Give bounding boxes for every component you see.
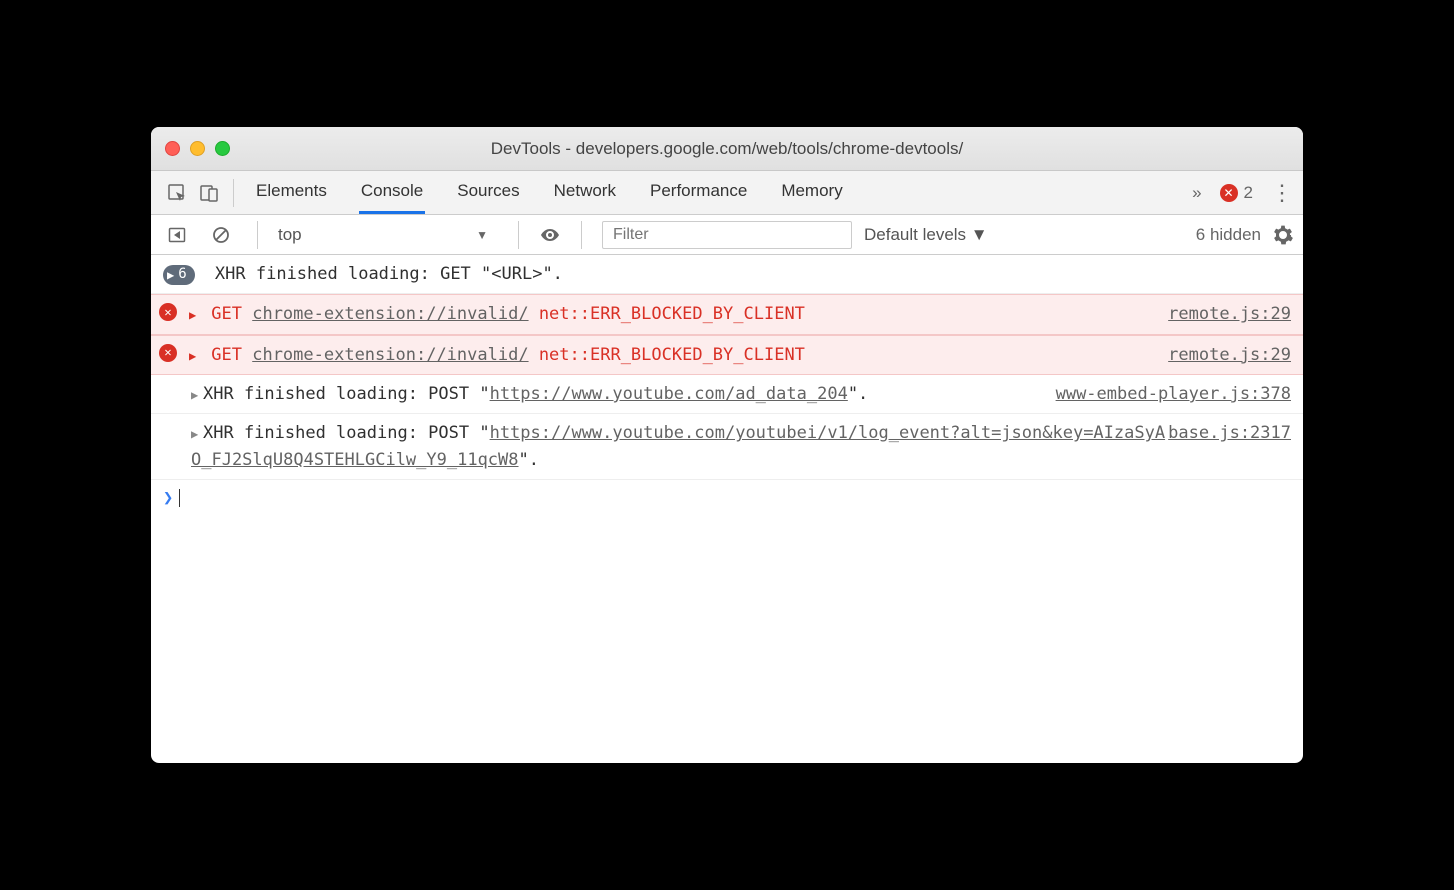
expand-arrow-icon[interactable]: ▶ <box>191 425 203 444</box>
expand-arrow-icon[interactable]: ▶ <box>189 347 201 366</box>
divider <box>581 221 582 249</box>
prompt-icon: ❯ <box>163 488 173 508</box>
divider <box>233 179 234 207</box>
log-message: XHR finished loading: GET "<URL>". <box>215 264 563 284</box>
log-prefix: XHR finished loading: POST " <box>203 384 490 404</box>
console-toolbar: top ▼ Default levels ▼ 6 hidden <box>151 215 1303 255</box>
tabs-overflow-icon[interactable]: » <box>1192 183 1201 203</box>
tab-console[interactable]: Console <box>359 171 425 214</box>
log-prefix: XHR finished loading: POST " <box>203 423 490 443</box>
log-row[interactable]: www-embed-player.js:378 ▶XHR finished lo… <box>151 375 1303 414</box>
error-icon <box>159 303 177 321</box>
live-expression-icon[interactable] <box>539 224 561 246</box>
clear-console-icon[interactable] <box>205 219 237 251</box>
panel-tabbar: Elements Console Sources Network Perform… <box>151 171 1303 215</box>
log-suffix: ". <box>519 450 539 470</box>
close-window-button[interactable] <box>165 141 180 156</box>
tab-network[interactable]: Network <box>552 171 618 214</box>
divider <box>257 221 258 249</box>
source-link[interactable]: www-embed-player.js:378 <box>1056 381 1291 407</box>
expand-arrow-icon[interactable]: ▶ <box>191 386 203 405</box>
badge-count: 6 <box>178 264 186 286</box>
request-url[interactable]: chrome-extension://invalid/ <box>252 304 528 324</box>
console-output: ▶6 XHR finished loading: GET "<URL>". re… <box>151 255 1303 763</box>
error-text: net::ERR_BLOCKED_BY_CLIENT <box>539 345 805 365</box>
error-icon <box>1220 184 1238 202</box>
context-label: top <box>278 225 302 245</box>
window-title: DevTools - developers.google.com/web/too… <box>151 139 1303 159</box>
error-icon <box>159 344 177 362</box>
source-link[interactable]: remote.js:29 <box>1168 342 1291 368</box>
dropdown-arrow-icon: ▼ <box>476 228 488 242</box>
device-toolbar-icon[interactable] <box>193 177 225 209</box>
inspect-element-icon[interactable] <box>161 177 193 209</box>
zoom-window-button[interactable] <box>215 141 230 156</box>
error-row[interactable]: remote.js:29 ▶ GET chrome-extension://in… <box>151 294 1303 334</box>
request-url[interactable]: chrome-extension://invalid/ <box>252 345 528 365</box>
http-method: GET <box>211 345 242 365</box>
error-text: net::ERR_BLOCKED_BY_CLIENT <box>539 304 805 324</box>
error-row[interactable]: remote.js:29 ▶ GET chrome-extension://in… <box>151 335 1303 375</box>
filter-input[interactable] <box>602 221 852 249</box>
console-input-row[interactable]: ❯ <box>151 480 1303 516</box>
error-count-label: 2 <box>1244 183 1253 203</box>
http-method: GET <box>211 304 242 324</box>
settings-icon[interactable] <box>1273 225 1293 245</box>
devtools-window: DevTools - developers.google.com/web/too… <box>151 127 1303 763</box>
text-cursor <box>179 489 180 507</box>
expand-arrow-icon: ▶ <box>167 266 174 285</box>
error-count-badge[interactable]: 2 <box>1220 183 1253 203</box>
log-row[interactable]: ▶6 XHR finished loading: GET "<URL>". <box>151 255 1303 294</box>
divider <box>518 221 519 249</box>
tab-sources[interactable]: Sources <box>455 171 521 214</box>
message-count-badge[interactable]: ▶6 <box>163 265 195 285</box>
tab-memory[interactable]: Memory <box>779 171 844 214</box>
context-selector[interactable]: top ▼ <box>278 225 498 245</box>
hidden-messages-label[interactable]: 6 hidden <box>1196 225 1261 245</box>
panel-tabs: Elements Console Sources Network Perform… <box>242 171 845 214</box>
source-link[interactable]: remote.js:29 <box>1168 301 1291 327</box>
source-link[interactable]: base.js:2317 <box>1168 420 1291 446</box>
log-row[interactable]: base.js:2317 ▶XHR finished loading: POST… <box>151 414 1303 480</box>
tab-performance[interactable]: Performance <box>648 171 749 214</box>
traffic-lights <box>151 141 230 156</box>
titlebar: DevTools - developers.google.com/web/too… <box>151 127 1303 171</box>
kebab-menu-icon[interactable]: ⋮ <box>1271 180 1293 206</box>
minimize-window-button[interactable] <box>190 141 205 156</box>
request-url[interactable]: https://www.youtube.com/ad_data_204 <box>490 384 848 404</box>
log-suffix: ". <box>848 384 868 404</box>
show-sidebar-icon[interactable] <box>161 219 193 251</box>
log-levels-selector[interactable]: Default levels ▼ <box>864 225 988 245</box>
expand-arrow-icon[interactable]: ▶ <box>189 306 201 325</box>
tab-elements[interactable]: Elements <box>254 171 329 214</box>
